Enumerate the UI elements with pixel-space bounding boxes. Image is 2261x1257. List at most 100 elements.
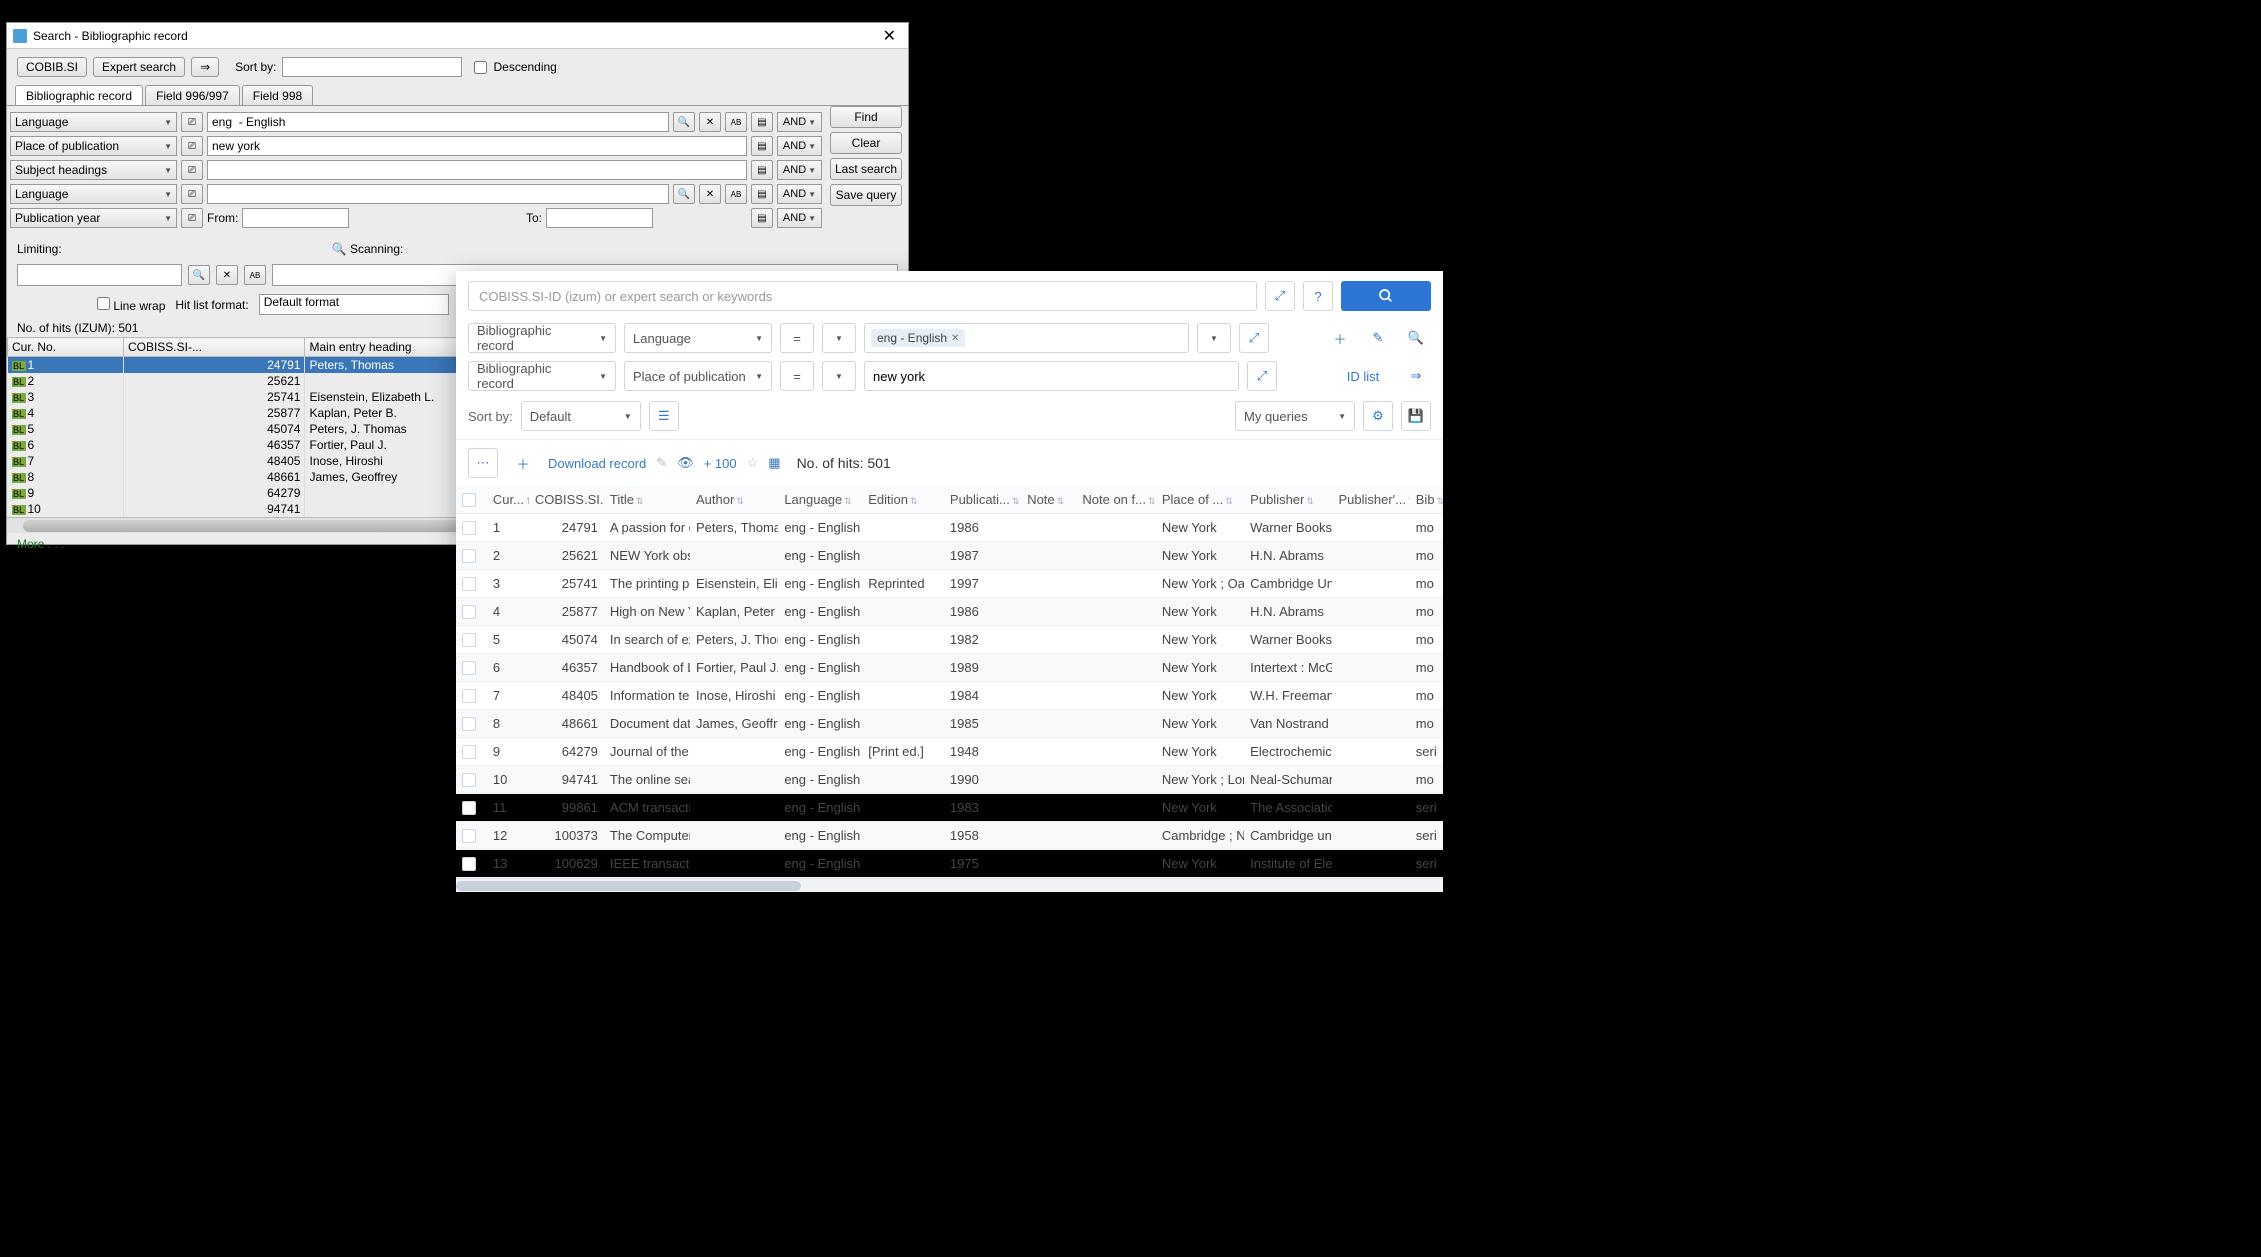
edit-icon[interactable]: ✎	[656, 455, 667, 471]
expand-icon[interactable]: ⤢	[1265, 281, 1295, 311]
view-icon[interactable]: 👁	[677, 455, 694, 471]
row-checkbox[interactable]	[462, 661, 476, 675]
arrow-button[interactable]: ⇒	[1401, 361, 1431, 391]
column-header[interactable]: Language⇅	[778, 486, 862, 514]
column-header[interactable]: Author⇅	[690, 486, 778, 514]
clear-icon[interactable]: ✕	[699, 184, 721, 204]
column-header[interactable]: Publisher⇅	[1244, 486, 1332, 514]
row-checkbox[interactable]	[462, 717, 476, 731]
row-checkbox[interactable]	[462, 689, 476, 703]
filter-icon[interactable]: ⎚	[181, 184, 203, 204]
tab-bibliographic[interactable]: Bibliographic record	[15, 85, 143, 106]
row-checkbox[interactable]	[462, 605, 476, 619]
save-icon[interactable]: 💾	[1401, 401, 1431, 431]
download-record-button[interactable]: Download record	[548, 456, 646, 471]
grid-icon[interactable]: ▦	[768, 455, 780, 471]
row-checkbox[interactable]	[462, 829, 476, 843]
operator-select[interactable]: =	[780, 323, 814, 353]
row-checkbox[interactable]	[462, 857, 476, 871]
save-query-button[interactable]: Save query	[830, 184, 902, 206]
table-row[interactable]: 748405Information teInose, Hiroshieng - …	[456, 682, 1443, 710]
table-row[interactable]: 646357Handbook of LFortier, Paul J.eng -…	[456, 654, 1443, 682]
filter-value-input[interactable]: eng - English✕	[864, 323, 1189, 353]
settings-icon[interactable]: ⚙	[1363, 401, 1393, 431]
row-checkbox[interactable]	[462, 549, 476, 563]
filter-icon[interactable]: ⎚	[181, 136, 203, 156]
lookup-icon[interactable]: 🔍	[673, 112, 695, 132]
table-row[interactable]: 12100373The Computereng - English1958Cam…	[456, 822, 1443, 850]
limiting-input[interactable]	[17, 264, 182, 286]
row-checkbox[interactable]	[462, 773, 476, 787]
lookup-icon[interactable]: 🔍	[673, 184, 695, 204]
field-select[interactable]: Place of publication▼	[624, 361, 772, 391]
column-header[interactable]: COBISS.SI...⇅	[529, 486, 604, 514]
close-icon[interactable]: ✕	[877, 26, 902, 46]
select-all-checkbox[interactable]	[462, 493, 476, 507]
value-input[interactable]	[207, 184, 669, 204]
value-input[interactable]	[207, 112, 669, 132]
star-icon[interactable]: ☆	[747, 455, 759, 471]
aa-icon[interactable]: AB	[725, 112, 747, 132]
hitlist-format-select[interactable]: Default format	[259, 294, 449, 315]
column-header[interactable]: Note⇅	[1021, 486, 1076, 514]
table-row[interactable]: 545074In search of exPeters, J. Thomeng …	[456, 626, 1443, 654]
to-input[interactable]	[546, 208, 653, 228]
sort-by-select[interactable]	[282, 57, 462, 77]
clear-button[interactable]: Clear	[830, 132, 902, 154]
limiting-lookup-icon[interactable]: 🔍	[188, 265, 210, 285]
table-row[interactable]: 124791A passion for ePeters, Thomaeng - …	[456, 514, 1443, 542]
list-icon[interactable]: ▤	[751, 112, 773, 132]
my-queries-select[interactable]: My queries▼	[1235, 401, 1355, 431]
modern-horizontal-scrollbar[interactable]	[456, 878, 1443, 892]
db-button[interactable]: COBIB.SI	[17, 57, 87, 77]
help-icon[interactable]: ?	[1303, 281, 1333, 311]
column-header[interactable]: Publisher'...⇅	[1332, 486, 1409, 514]
record-type-select[interactable]: Bibliographic record▼	[468, 361, 616, 391]
column-header[interactable]: COBISS.SI-...	[123, 338, 305, 357]
filter-value-input[interactable]: new york	[864, 361, 1239, 391]
column-header[interactable]: Publicati...⇅	[944, 486, 1021, 514]
column-header[interactable]: Title⇅	[604, 486, 690, 514]
filter-icon[interactable]: ⎚	[181, 208, 203, 228]
plus-100-button[interactable]: + 100	[704, 456, 737, 471]
linewrap-checkbox[interactable]	[97, 297, 110, 310]
field-select[interactable]: Publication year▼	[10, 208, 177, 228]
clear-icon[interactable]: ✕	[699, 112, 721, 132]
field-select[interactable]: Place of publication▼	[10, 136, 177, 156]
column-header[interactable]: Cur...⇅	[487, 486, 529, 514]
add-filter-icon[interactable]: ＋	[1325, 323, 1355, 353]
sort-direction-icon[interactable]: ☰	[649, 401, 679, 431]
list-icon[interactable]: ▤	[751, 160, 773, 180]
row-checkbox[interactable]	[462, 577, 476, 591]
list-icon[interactable]: ▤	[751, 208, 773, 228]
tab-field-996[interactable]: Field 996/997	[145, 85, 240, 106]
field-select[interactable]: Language▼	[624, 323, 772, 353]
row-checkbox[interactable]	[462, 745, 476, 759]
operator-select[interactable]: =	[780, 361, 814, 391]
row-checkbox[interactable]	[462, 633, 476, 647]
table-row[interactable]: 964279Journal of theeng - English[Print …	[456, 738, 1443, 766]
table-row[interactable]: 1094741The online seaeng - English1990Ne…	[456, 766, 1443, 794]
table-row[interactable]: 225621NEW York obseng - English1987New Y…	[456, 542, 1443, 570]
filter-icon[interactable]: ⎚	[181, 160, 203, 180]
filter-value-chevron[interactable]: ▼	[1197, 323, 1231, 353]
edit-filter-icon[interactable]: ✎	[1363, 323, 1393, 353]
column-header[interactable]: Edition⇅	[862, 486, 944, 514]
filter-icon[interactable]: ⎚	[181, 112, 203, 132]
field-select[interactable]: Subject headings▼	[10, 160, 177, 180]
expert-search-button[interactable]: Expert search	[93, 57, 185, 77]
remove-tag-icon[interactable]: ✕	[951, 333, 959, 344]
expand-filter-icon[interactable]: ⤢	[1247, 361, 1277, 391]
record-type-select[interactable]: Bibliographic record▼	[468, 323, 616, 353]
search-filter-icon[interactable]: 🔍	[1401, 323, 1431, 353]
field-select[interactable]: Language▼	[10, 112, 177, 132]
column-header[interactable]: Place of ...⇅	[1156, 486, 1244, 514]
expand-filter-icon[interactable]: ⤢	[1239, 323, 1269, 353]
add-icon[interactable]: ＋	[508, 448, 538, 478]
column-header[interactable]: Cur. No.	[8, 338, 124, 357]
last-search-button[interactable]: Last search	[830, 158, 902, 180]
table-row[interactable]: 325741The printing pEisenstein, Elizeng …	[456, 570, 1443, 598]
value-input[interactable]	[207, 136, 747, 156]
limiting-aa-icon[interactable]: AB	[244, 265, 266, 285]
search-input[interactable]: COBISS.SI-ID (izum) or expert search or …	[468, 281, 1257, 311]
